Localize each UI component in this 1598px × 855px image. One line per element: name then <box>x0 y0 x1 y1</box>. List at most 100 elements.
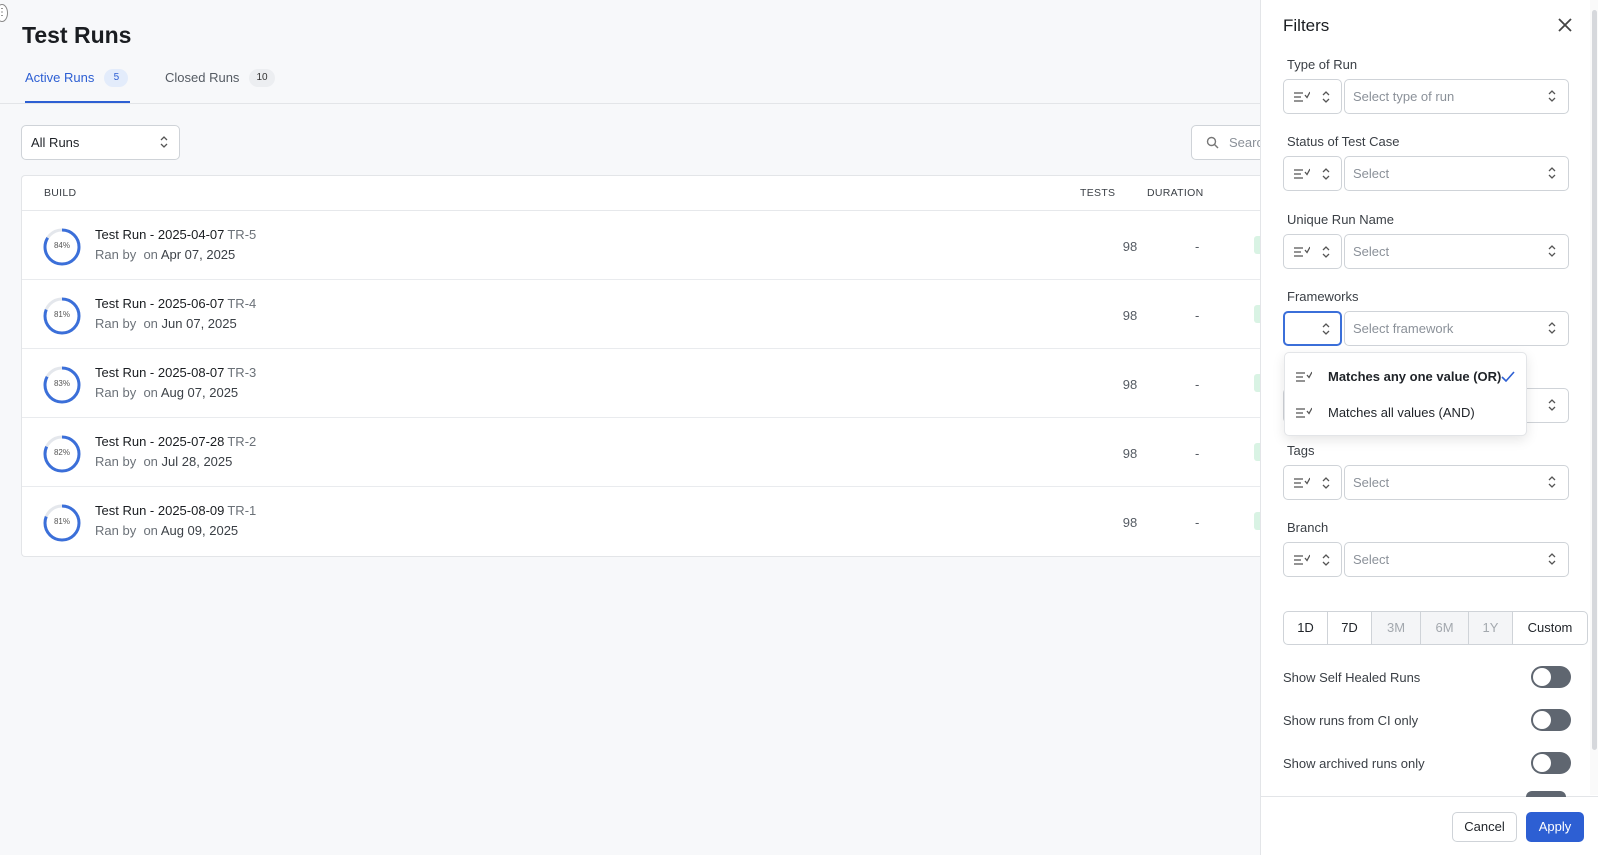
match-option[interactable]: Matches any one value (OR) <box>1285 359 1526 395</box>
table-row[interactable]: 82% Test Run - 2025-07-28 TR-2 Ran by on Ju… <box>22 418 1260 487</box>
table-row[interactable]: 81% Test Run - 2025-06-07 TR-4 Ran by on Ju… <box>22 280 1260 349</box>
progress-percent: 84% <box>53 241 70 250</box>
chevron-up-down-icon <box>1548 476 1556 488</box>
select-placeholder: Select framework <box>1353 321 1454 336</box>
apply-button[interactable]: Apply <box>1526 812 1584 842</box>
filter-select[interactable]: Select <box>1344 542 1569 577</box>
run-meta: Ran by on Aug 09, 2025 <box>95 523 238 538</box>
table-header: BUILD TESTS DURATION <box>22 176 1260 211</box>
toggle-label: Show Self Healed Runs <box>1283 670 1421 685</box>
table-row[interactable]: 83% Test Run - 2025-08-07 TR-3 Ran by on Au… <box>22 349 1260 418</box>
run-title[interactable]: Test Run - 2025-06-07 TR-4 <box>95 296 256 311</box>
filter-label: Tags <box>1287 443 1315 458</box>
cancel-button[interactable]: Cancel <box>1452 812 1517 842</box>
filter-select[interactable]: Select framework <box>1344 311 1569 346</box>
toggle-switch[interactable] <box>1531 666 1571 688</box>
match-mode-button[interactable] <box>1283 156 1342 191</box>
date-range-option[interactable]: 3M <box>1372 612 1421 644</box>
duration-value: - <box>1195 308 1200 323</box>
date-range-option[interactable]: 1Y <box>1469 612 1513 644</box>
date-range-option[interactable]: 6M <box>1421 612 1469 644</box>
filter-select[interactable]: Select <box>1344 234 1569 269</box>
run-title[interactable]: Test Run - 2025-04-07 TR-5 <box>95 227 256 242</box>
tab-active-runs[interactable]: Active Runs 5 <box>25 69 131 103</box>
check-icon <box>1501 371 1515 382</box>
tab-count-badge: 5 <box>104 69 129 87</box>
chevron-up-down-icon <box>1322 168 1330 180</box>
table-row[interactable]: 81% Test Run - 2025-08-09 TR-1 Ran by on Au… <box>22 487 1260 556</box>
chevron-up-down-icon <box>1322 554 1330 566</box>
toggle-switch[interactable] <box>1531 709 1571 731</box>
panel-scrollbar[interactable] <box>1590 0 1598 795</box>
ran-by-label: Ran by <box>95 385 137 400</box>
run-id: TR-2 <box>227 434 257 449</box>
panel-footer: Cancel Apply <box>1261 796 1598 855</box>
run-title[interactable]: Test Run - 2025-08-09 TR-1 <box>95 503 256 518</box>
runs-filter-value: All Runs <box>31 135 80 150</box>
date-range-option[interactable]: 1D <box>1284 612 1328 644</box>
match-mode-button[interactable] <box>1283 234 1342 269</box>
run-name: Test Run - 2025-04-07 <box>95 227 225 242</box>
tests-count: 98 <box>1122 239 1138 254</box>
progress-percent: 81% <box>53 310 70 319</box>
match-option[interactable]: Matches all values (AND) <box>1285 395 1526 431</box>
tab-label: Active Runs <box>25 70 95 85</box>
date-range-option[interactable]: Custom <box>1513 612 1587 644</box>
match-mode-icon <box>1294 168 1310 179</box>
chevron-up-down-icon <box>1322 323 1330 335</box>
date-range-selector: 1D 7D 3M 6M 1Y Custom <box>1283 611 1588 645</box>
match-mode-button[interactable] <box>1283 542 1342 577</box>
tests-count: 98 <box>1122 377 1138 392</box>
filter-select[interactable]: Select <box>1344 465 1569 500</box>
filter-select[interactable]: Select type of run <box>1344 79 1569 114</box>
filter-label: Branch <box>1287 520 1329 535</box>
match-mode-button[interactable] <box>1283 79 1342 114</box>
run-id: TR-3 <box>227 365 257 380</box>
filter-select[interactable]: Select <box>1344 156 1569 191</box>
table-row[interactable]: 84% Test Run - 2025-04-07 TR-5 Ran by on Ap… <box>22 211 1260 280</box>
match-mode-dropdown: Matches any one value (OR) Matches all va… <box>1284 352 1527 436</box>
tests-count: 98 <box>1122 308 1138 323</box>
select-placeholder: Select <box>1353 244 1390 259</box>
date-range-option[interactable]: 7D <box>1328 612 1372 644</box>
progress-percent: 83% <box>53 379 70 388</box>
tab-label: Closed Runs <box>165 70 240 85</box>
toggle-switch[interactable] <box>1531 752 1571 774</box>
column-header-build: BUILD <box>44 187 77 199</box>
close-icon[interactable] <box>1557 17 1573 33</box>
tabs-bar: Active Runs 5 Closed Runs 10 <box>0 64 1260 104</box>
run-date: Aug 09, 2025 <box>160 523 239 538</box>
chevron-up-down-icon <box>1548 399 1556 411</box>
match-mode-icon <box>1294 477 1310 488</box>
runs-filter-select[interactable]: All Runs <box>21 125 180 160</box>
select-placeholder: Select type of run <box>1353 89 1455 104</box>
ran-by-label: Ran by <box>95 316 137 331</box>
run-meta: Ran by on Jul 28, 2025 <box>95 454 232 469</box>
tests-count: 98 <box>1122 515 1138 530</box>
run-id: TR-4 <box>227 296 257 311</box>
drag-handle-icon[interactable]: ⋮ <box>0 4 8 22</box>
on-label: on <box>143 247 158 262</box>
run-title[interactable]: Test Run - 2025-07-28 TR-2 <box>95 434 256 449</box>
scrollbar-thumb[interactable] <box>1592 10 1597 750</box>
main-content: ⋮ Test Runs Active Runs 5 Closed Runs 10… <box>0 0 1281 855</box>
chevron-up-down-icon <box>1322 477 1330 489</box>
match-mode-icon <box>1296 371 1312 382</box>
ran-by-label: Ran by <box>95 454 137 469</box>
duration-value: - <box>1195 515 1200 530</box>
toggle-label: Show archived runs only <box>1283 756 1425 771</box>
run-id: TR-5 <box>227 227 257 242</box>
on-label: on <box>143 523 158 538</box>
toggle-switch-partial[interactable] <box>1526 791 1566 797</box>
chevron-up-down-icon <box>1548 167 1556 179</box>
match-mode-button[interactable] <box>1283 311 1342 346</box>
search-icon <box>1206 136 1219 149</box>
run-name: Test Run - 2025-08-09 <box>95 503 225 518</box>
match-mode-icon <box>1294 91 1310 102</box>
on-label: on <box>143 316 158 331</box>
run-title[interactable]: Test Run - 2025-08-07 TR-3 <box>95 365 256 380</box>
run-meta: Ran by on Aug 07, 2025 <box>95 385 238 400</box>
match-mode-button[interactable] <box>1283 465 1342 500</box>
ran-by-label: Ran by <box>95 247 137 262</box>
tab-closed-runs[interactable]: Closed Runs 10 <box>165 69 275 103</box>
